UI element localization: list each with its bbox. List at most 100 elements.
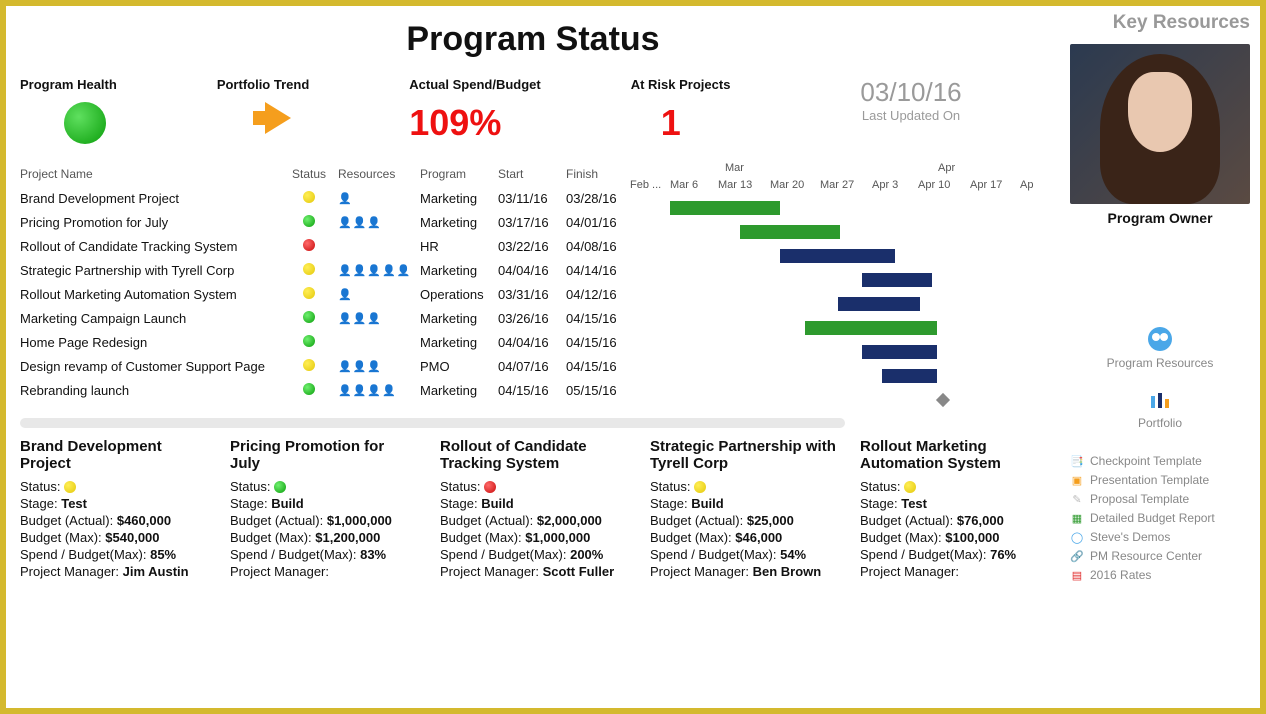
resources-icons: 👤 [338,192,420,205]
project-name: Design revamp of Customer Support Page [20,359,280,374]
card-title: Rollout Marketing Automation System [860,438,1046,473]
gantt-row [630,220,1046,244]
resource-link[interactable]: ▤2016 Rates [1070,568,1250,582]
start-cell: 03/31/16 [498,287,566,302]
start-cell: 03/26/16 [498,311,566,326]
start-cell: 04/04/16 [498,335,566,350]
project-name: Marketing Campaign Launch [20,311,280,326]
program-cell: Marketing [420,383,498,398]
project-name: Rollout Marketing Automation System [20,287,280,302]
table-row[interactable]: Design revamp of Customer Support Page 👤👤… [20,354,630,378]
link-icon: ◯ [1070,530,1084,544]
portfolio-link[interactable]: Portfolio [1070,392,1250,430]
table-row[interactable]: Marketing Campaign Launch 👤👤👤Marketing03/… [20,306,630,330]
start-cell: 03/11/16 [498,191,566,206]
gantt-bar[interactable] [838,297,920,311]
table-row[interactable]: Rollout of Candidate Tracking SystemHR03… [20,234,630,258]
status-dot-icon [303,311,315,323]
table-row[interactable]: Strategic Partnership with Tyrell Corp 👤👤… [20,258,630,282]
program-owner-photo [1070,44,1250,204]
table-row[interactable]: Rollout Marketing Automation System👤Oper… [20,282,630,306]
table-header: Project Name Status Resources Program St… [20,162,630,186]
gantt-bar[interactable] [882,369,937,383]
kpi-spend-value: 109% [409,102,540,144]
resource-link[interactable]: ✎Proposal Template [1070,492,1250,506]
gantt-row [630,196,1046,220]
col-finish: Finish [566,167,630,181]
gantt-row [630,340,1046,364]
gantt-bar[interactable] [862,273,932,287]
kpi-risk-label: At Risk Projects [631,77,731,92]
resource-link[interactable]: 🔗PM Resource Center [1070,549,1250,563]
gantt-bar[interactable] [805,321,937,335]
program-owner-label: Program Owner [1070,210,1250,226]
card-title: Strategic Partnership with Tyrell Corp [650,438,836,473]
resources-icons: 👤👤👤 [338,360,420,373]
link-icon: ✎ [1070,492,1084,506]
project-card[interactable]: Brand Development ProjectStatus: Stage: … [20,438,206,581]
link-icon: 🔗 [1070,549,1084,563]
table-row[interactable]: Rebranding launch👤👤👤👤Marketing04/15/1605… [20,378,630,402]
project-card[interactable]: Rollout of Candidate Tracking SystemStat… [440,438,626,581]
resource-link[interactable]: ▦Detailed Budget Report [1070,511,1250,525]
status-dot-icon [303,239,315,251]
status-dot-icon [904,481,916,493]
horizontal-scrollbar[interactable] [20,418,845,428]
program-cell: Marketing [420,191,498,206]
health-indicator-icon [64,102,106,144]
start-cell: 03/17/16 [498,215,566,230]
status-dot-icon [484,481,496,493]
start-cell: 03/22/16 [498,239,566,254]
gantt-bar[interactable] [780,249,895,263]
finish-cell: 04/08/16 [566,239,630,254]
project-name: Brand Development Project [20,191,280,206]
gantt-bar[interactable] [670,201,780,215]
status-dot-icon [64,481,76,493]
status-dot-icon [303,359,315,371]
project-name: Rebranding launch [20,383,280,398]
start-cell: 04/07/16 [498,359,566,374]
col-start: Start [498,167,566,181]
link-label: Detailed Budget Report [1090,511,1215,525]
program-cell: Marketing [420,335,498,350]
table-row[interactable]: Pricing Promotion for July👤👤👤Marketing03… [20,210,630,234]
resource-link[interactable]: ▣ Presentation Template [1070,473,1250,487]
link-icon: ▣ [1070,473,1084,487]
status-dot-icon [303,287,315,299]
resources-icons: 👤 [338,288,420,301]
gantt-bar[interactable] [862,345,937,359]
status-dot-icon [303,215,315,227]
table-row[interactable]: Brand Development Project 👤Marketing03/11… [20,186,630,210]
link-icon: ▤ [1070,568,1084,582]
col-resources: Resources [338,167,420,181]
link-label: Presentation Template [1090,473,1209,487]
gantt-bar[interactable] [740,225,840,239]
finish-cell: 03/28/16 [566,191,630,206]
gantt-row [630,388,1046,412]
program-cell: HR [420,239,498,254]
program-resources-link[interactable]: Program Resources [1070,326,1250,370]
resource-link[interactable]: ◯ Steve's Demos [1070,530,1250,544]
table-row[interactable]: Home Page RedesignMarketing04/04/1604/15… [20,330,630,354]
last-updated-date: 03/10/16 [860,77,961,108]
status-dot-icon [303,263,315,275]
link-label: Steve's Demos [1090,530,1170,544]
finish-cell: 04/12/16 [566,287,630,302]
col-status: Status [280,167,338,181]
finish-cell: 04/15/16 [566,359,630,374]
last-updated-label: Last Updated On [860,108,961,123]
project-card[interactable]: Rollout Marketing Automation SystemStatu… [860,438,1046,581]
project-card[interactable]: Strategic Partnership with Tyrell CorpSt… [650,438,836,581]
project-card[interactable]: Pricing Promotion for JulyStatus: Stage:… [230,438,416,581]
project-name: Strategic Partnership with Tyrell Corp [20,263,280,278]
start-cell: 04/15/16 [498,383,566,398]
card-title: Brand Development Project [20,438,206,473]
project-name: Pricing Promotion for July [20,215,280,230]
start-cell: 04/04/16 [498,263,566,278]
resource-link[interactable]: 📑Checkpoint Template [1070,454,1250,468]
resources-icons: 👤👤👤👤👤 [338,264,420,277]
finish-cell: 04/01/16 [566,215,630,230]
resources-icons: 👤👤👤 [338,312,420,325]
program-cell: Marketing [420,311,498,326]
kpi-risk-value: 1 [661,102,731,144]
